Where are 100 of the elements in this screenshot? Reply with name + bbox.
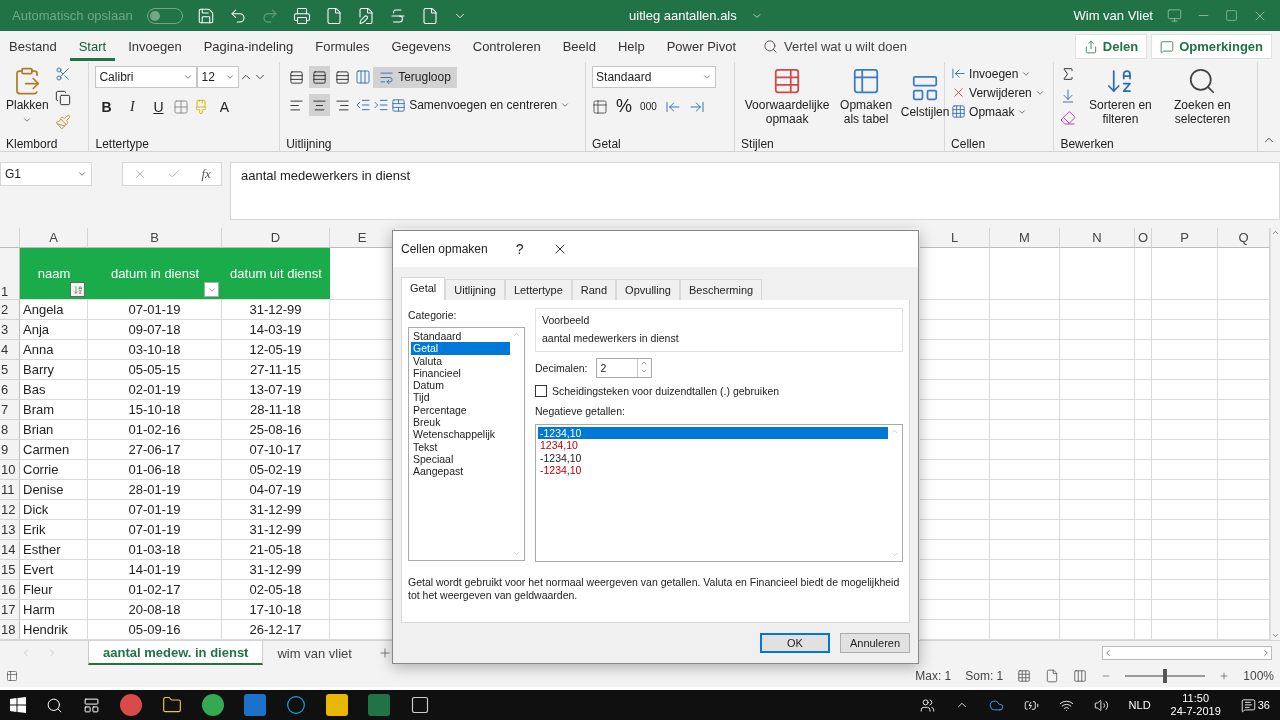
category-item[interactable]: Financieel bbox=[411, 366, 510, 380]
menu-tab[interactable]: Formules bbox=[306, 32, 379, 61]
row-number[interactable]: 15 bbox=[0, 560, 20, 580]
dialog-tab[interactable]: Rand bbox=[571, 279, 617, 300]
cells-button[interactable]: Invoegen bbox=[951, 66, 1032, 81]
share-button[interactable]: Delen bbox=[1074, 34, 1148, 59]
column-header[interactable]: A bbox=[20, 228, 88, 248]
row-number[interactable]: 6 bbox=[0, 380, 20, 400]
category-item[interactable]: Speciaal bbox=[411, 452, 510, 466]
formula-field[interactable]: aantal medewerkers in dienst bbox=[230, 162, 1280, 220]
language-indicator[interactable]: NLD bbox=[1128, 698, 1151, 712]
percent-button[interactable]: % bbox=[616, 96, 633, 117]
row-number[interactable]: 16 bbox=[0, 580, 20, 600]
editing-button[interactable]: Zoeken en selecteren bbox=[1164, 66, 1241, 126]
column-header[interactable]: D bbox=[222, 228, 330, 248]
file-name[interactable]: uitleg aantallen.als bbox=[629, 8, 737, 23]
help-button[interactable]: ? bbox=[515, 241, 524, 257]
menu-tab[interactable]: Controleren bbox=[463, 32, 550, 61]
dialog-tab[interactable]: Lettertype bbox=[504, 279, 572, 300]
table-cell: 01-06-18 bbox=[88, 460, 222, 480]
bold-button[interactable]: B bbox=[95, 96, 118, 118]
underline-button[interactable]: U bbox=[147, 96, 170, 118]
category-item[interactable]: Tijd bbox=[411, 391, 510, 404]
menu-tab[interactable]: Pagina-indeling bbox=[194, 32, 303, 61]
clock[interactable]: 11:50 24-7-2019 bbox=[1170, 692, 1221, 718]
menu-tab[interactable]: Gegevens bbox=[382, 32, 460, 61]
menu-tab[interactable]: Bestand bbox=[0, 32, 66, 61]
dialog-tab[interactable]: Opvulling bbox=[616, 279, 680, 300]
row-number[interactable]: 8 bbox=[0, 420, 20, 440]
menu-tab[interactable]: Beeld bbox=[553, 32, 605, 61]
category-item[interactable]: Standaard bbox=[411, 330, 510, 343]
editing-button[interactable]: Sorteren en filteren bbox=[1082, 66, 1159, 126]
column-header[interactable]: Q bbox=[1218, 228, 1270, 248]
style-button[interactable]: Celstijlen bbox=[899, 73, 952, 119]
dialog-button[interactable]: OK bbox=[760, 633, 830, 653]
negative-format-item[interactable]: 1234,10 bbox=[538, 439, 888, 452]
sheet-tab[interactable]: aantal medew. in dienst bbox=[88, 641, 264, 665]
number-format-field[interactable]: Standaard bbox=[592, 66, 717, 88]
font-name-field[interactable]: Calibri bbox=[95, 66, 198, 88]
paste-button[interactable]: Plakken bbox=[6, 66, 49, 125]
cells-button[interactable]: Opmaak bbox=[951, 104, 1028, 119]
menu-tab[interactable]: Power Pivot bbox=[657, 32, 746, 61]
category-item[interactable]: Percentage bbox=[411, 403, 510, 417]
wrap-text-button[interactable]: Terugloop bbox=[373, 66, 457, 88]
dialog-tab[interactable]: Getal bbox=[401, 277, 446, 300]
row-number[interactable]: 14 bbox=[0, 540, 20, 560]
row-number[interactable]: 18 bbox=[0, 620, 20, 640]
row-number[interactable]: 12 bbox=[0, 500, 20, 520]
merge-center-button[interactable]: Samenvoegen en centreren bbox=[391, 97, 571, 113]
menu-tab[interactable]: Invoegen bbox=[119, 32, 191, 61]
decimals-field[interactable]: 2 bbox=[595, 358, 652, 378]
font-color-button[interactable]: A bbox=[213, 96, 236, 118]
thousands-button[interactable]: 000 bbox=[640, 101, 657, 112]
category-item[interactable]: Aangepast bbox=[411, 465, 510, 478]
row-number[interactable]: 7 bbox=[0, 400, 20, 420]
row-number[interactable]: 5 bbox=[0, 360, 20, 380]
row-number[interactable]: 9 bbox=[0, 440, 20, 460]
category-item[interactable]: Datum bbox=[411, 379, 510, 392]
style-button[interactable]: Opmaken als tabel bbox=[837, 66, 896, 126]
column-header[interactable]: L bbox=[920, 228, 990, 248]
column-header[interactable]: E bbox=[330, 228, 395, 248]
row-number[interactable]: 10 bbox=[0, 460, 20, 480]
menu-tab[interactable]: Help bbox=[608, 32, 654, 61]
row-number[interactable]: 11 bbox=[0, 480, 20, 500]
font-size-field[interactable]: 12 bbox=[197, 66, 240, 88]
dialog-tab[interactable]: Bescherming bbox=[679, 279, 763, 300]
dialog-tab[interactable]: Uitlijning bbox=[445, 279, 505, 300]
insert-function-button[interactable]: fx bbox=[201, 166, 211, 182]
row-number[interactable]: 17 bbox=[0, 600, 20, 620]
column-header[interactable]: B bbox=[88, 228, 222, 248]
cells-button[interactable]: Verwijderen bbox=[951, 85, 1045, 100]
name-box[interactable]: G1 bbox=[0, 162, 92, 186]
notification-button[interactable]: 36 bbox=[1240, 697, 1270, 713]
tell-me-field[interactable]: Vertel wat u wilt doen bbox=[763, 39, 907, 54]
sheet-tab[interactable]: wim van vliet bbox=[263, 641, 366, 665]
group-label: Getal bbox=[592, 137, 622, 151]
category-item[interactable]: Tekst bbox=[411, 440, 510, 453]
row-number[interactable]: 3 bbox=[0, 320, 20, 340]
category-item[interactable]: Breuk bbox=[411, 416, 510, 429]
category-item[interactable]: Valuta bbox=[411, 354, 510, 367]
negative-format-item[interactable]: -1234,10 bbox=[538, 427, 888, 440]
row-number[interactable]: 1 bbox=[0, 248, 20, 300]
category-item[interactable]: Wetenschappelijk bbox=[411, 428, 510, 441]
table-cell: 14-01-19 bbox=[88, 560, 222, 580]
comments-button[interactable]: Opmerkingen bbox=[1151, 34, 1272, 59]
dialog-button[interactable]: Annuleren bbox=[840, 633, 910, 653]
negative-format-item[interactable]: -1234,10 bbox=[538, 463, 888, 477]
column-header[interactable]: M bbox=[990, 228, 1060, 248]
row-number[interactable]: 13 bbox=[0, 520, 20, 540]
row-number[interactable]: 4 bbox=[0, 340, 20, 360]
negative-format-item[interactable]: -1234,10 bbox=[538, 451, 888, 464]
column-header[interactable]: N bbox=[1060, 228, 1135, 248]
column-header[interactable]: O bbox=[1135, 228, 1152, 248]
column-header[interactable]: P bbox=[1152, 228, 1218, 248]
row-number[interactable]: 2 bbox=[0, 300, 20, 320]
italic-button[interactable]: I bbox=[121, 96, 144, 118]
style-button[interactable]: Voorwaardelijke opmaak bbox=[741, 66, 834, 126]
category-item[interactable]: Getal bbox=[411, 342, 510, 355]
zoom-level[interactable]: 100% bbox=[1243, 669, 1274, 683]
status-stat: Max: 1 bbox=[915, 669, 952, 683]
